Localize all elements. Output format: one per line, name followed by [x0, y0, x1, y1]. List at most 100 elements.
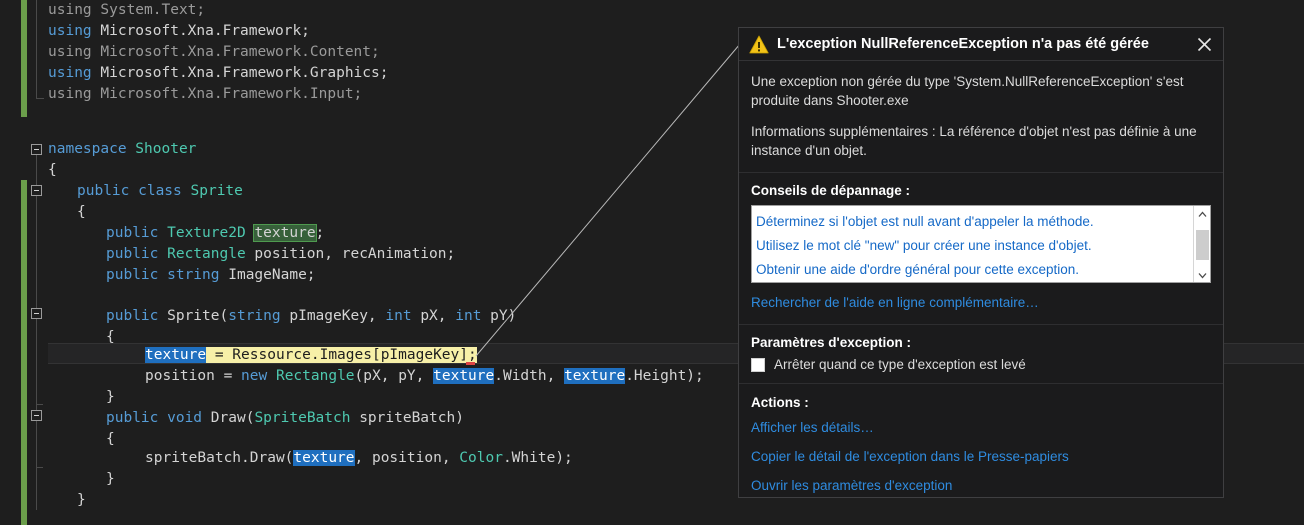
exception-settings-section: Paramètres d'exception : Arrêter quand c… [739, 325, 1223, 384]
chevron-down-icon[interactable] [1194, 267, 1211, 282]
namespace-name: Shooter [126, 141, 197, 157]
collapse-toggle-namespace[interactable] [31, 144, 42, 155]
keyword-new: new [241, 368, 268, 384]
code-line-texture-assignment[interactable]: texture = Ressource.Images[pImageKey]; [145, 345, 477, 366]
selected-identifier-texture: texture [145, 347, 207, 363]
tips-scrollbar[interactable] [1193, 206, 1210, 282]
highlighted-identifier-texture: texture [253, 224, 317, 242]
code-text: Microsoft.Xna.Framework.Input; [91, 86, 363, 102]
keyword-using: using [48, 65, 92, 81]
code-text: } [106, 471, 115, 487]
code-text: spriteBatch.Draw( [145, 450, 294, 466]
code-line-brace[interactable]: } [106, 469, 115, 490]
close-glyph [1197, 37, 1211, 51]
exception-message-section: Une exception non gérée du type 'System.… [739, 61, 1223, 122]
code-text: pX, [411, 308, 456, 324]
structure-guide [36, 467, 43, 468]
code-text: { [77, 204, 86, 220]
code-line-using-xna-framework[interactable]: using Microsoft.Xna.Framework; [48, 21, 310, 42]
tip-link-1[interactable]: Déterminez si l'objet est null avant d'a… [756, 210, 1198, 234]
keyword-namespace: namespace [48, 141, 127, 157]
chevron-up-icon[interactable] [1194, 206, 1211, 223]
code-line-using-xna-content[interactable]: using Microsoft.Xna.Framework.Content; [48, 42, 380, 63]
code-line-brace[interactable]: } [106, 387, 115, 408]
code-text: Microsoft.Xna.Framework.Graphics; [91, 65, 389, 81]
type-rectangle: Rectangle [267, 368, 355, 384]
code-line-constructor-sprite[interactable]: public Sprite(string pImageKey, int pX, … [106, 306, 516, 327]
break-when-thrown-label: Arrêter quand ce type d'exception est le… [774, 357, 1026, 372]
code-line-position-assignment[interactable]: position = new Rectangle(pX, pY, texture… [145, 366, 704, 387]
code-text: .Width, [494, 368, 565, 384]
tips-list: Déterminez si l'objet est null avant d'a… [752, 206, 1198, 282]
troubleshooting-section: Conseils de dépannage : Déterminez si l'… [739, 173, 1223, 325]
type-color: Color [459, 450, 503, 466]
code-text: { [106, 329, 115, 345]
structure-guide [36, 155, 37, 510]
exception-message: Une exception non gérée du type 'System.… [751, 74, 1184, 108]
open-exception-settings-link[interactable]: Ouvrir les paramètres d'exception [751, 471, 1211, 500]
keyword-public: public [106, 308, 159, 324]
code-line-brace[interactable]: } [77, 490, 86, 511]
close-icon[interactable] [1189, 29, 1219, 59]
keyword-int: int [455, 308, 482, 324]
code-text: Microsoft.Xna.Framework; [91, 23, 310, 39]
method-name-draw: Draw( [202, 410, 255, 426]
code-text: { [106, 431, 115, 447]
keyword-public: public [106, 225, 159, 241]
additional-info-text: Informations supplémentaires : La référe… [751, 124, 1197, 158]
show-details-link[interactable]: Afficher les détails… [751, 413, 1211, 442]
tip-link-2[interactable]: Utilisez le mot clé "new" pour créer une… [756, 234, 1198, 258]
code-line-namespace[interactable]: namespace Shooter [48, 139, 196, 160]
tip-link-3[interactable]: Obtenir une aide d'ordre général pour ce… [756, 258, 1198, 282]
search-online-help-link[interactable]: Rechercher de l'aide en ligne complément… [751, 292, 1211, 313]
code-line-field-position[interactable]: public Rectangle position, recAnimation; [106, 244, 455, 265]
warning-triangle-icon [749, 35, 769, 53]
code-line-method-draw[interactable]: public void Draw(SpriteBatch spriteBatch… [106, 408, 464, 429]
collapse-toggle-class[interactable] [31, 185, 42, 196]
break-when-thrown-row[interactable]: Arrêter quand ce type d'exception est le… [751, 357, 1211, 372]
change-indicator-bar [21, 0, 27, 117]
keyword-string: string [158, 267, 220, 283]
code-line-brace[interactable]: { [106, 327, 115, 348]
troubleshooting-tips-listbox[interactable]: Déterminez si l'objet est null avant d'a… [751, 205, 1211, 283]
keyword-using: using [48, 23, 92, 39]
type-rectangle: Rectangle [158, 246, 246, 262]
code-line-class-sprite[interactable]: public class Sprite [77, 181, 243, 202]
code-line-using-xna-graphics[interactable]: using Microsoft.Xna.Framework.Graphics; [48, 63, 388, 84]
actions-heading: Actions : [751, 395, 809, 410]
keyword-void: void [158, 410, 203, 426]
code-text: (pX, pY, [354, 368, 434, 384]
collapse-toggle-draw[interactable] [31, 410, 42, 421]
code-text: ; [315, 225, 325, 241]
chevron-down-glyph [1198, 273, 1206, 279]
dialog-title: L'exception NullReferenceException n'a p… [777, 36, 1149, 52]
dialog-header: L'exception NullReferenceException n'a p… [739, 28, 1223, 61]
change-indicator-bar [21, 180, 27, 525]
code-line-spritebatch-draw[interactable]: spriteBatch.Draw(texture, position, Colo… [145, 448, 573, 469]
copy-exception-detail-link[interactable]: Copier le détail de l'exception dans le … [751, 442, 1211, 471]
break-when-thrown-checkbox[interactable] [751, 357, 765, 372]
keyword-string: string [228, 308, 281, 324]
actions-section: Actions : Afficher les détails… Copier l… [739, 384, 1223, 511]
code-line-field-texture[interactable]: public Texture2D texture; [106, 223, 324, 244]
error-squiggle [466, 362, 475, 365]
code-text: pImageKey, [280, 308, 386, 324]
collapse-toggle-constructor[interactable] [31, 308, 42, 319]
highlighted-identifier-texture: texture [564, 368, 626, 384]
troubleshooting-heading: Conseils de dépannage : [751, 183, 911, 198]
code-line-brace[interactable]: { [77, 202, 86, 223]
code-line-using-system-text[interactable]: using System.Text; [48, 0, 205, 21]
code-line-field-imagename[interactable]: public string ImageName; [106, 265, 316, 286]
scrollbar-thumb[interactable] [1195, 230, 1209, 260]
code-text: spriteBatch) [350, 410, 464, 426]
keyword-using: using [48, 86, 92, 102]
type-spritebatch: SpriteBatch [254, 410, 351, 426]
visual-studio-exception-helper: using System.Text; using Microsoft.Xna.F… [0, 0, 1304, 525]
code-text: } [77, 492, 86, 508]
code-line-brace[interactable]: { [106, 429, 115, 450]
exception-statement-highlight: = Ressource.Images[pImageKey]; [206, 347, 477, 363]
code-line-brace[interactable]: { [48, 160, 57, 181]
keyword-public: public [106, 267, 159, 283]
code-line-using-xna-input[interactable]: using Microsoft.Xna.Framework.Input; [48, 84, 362, 105]
exception-settings-heading: Paramètres d'exception : [751, 335, 912, 350]
